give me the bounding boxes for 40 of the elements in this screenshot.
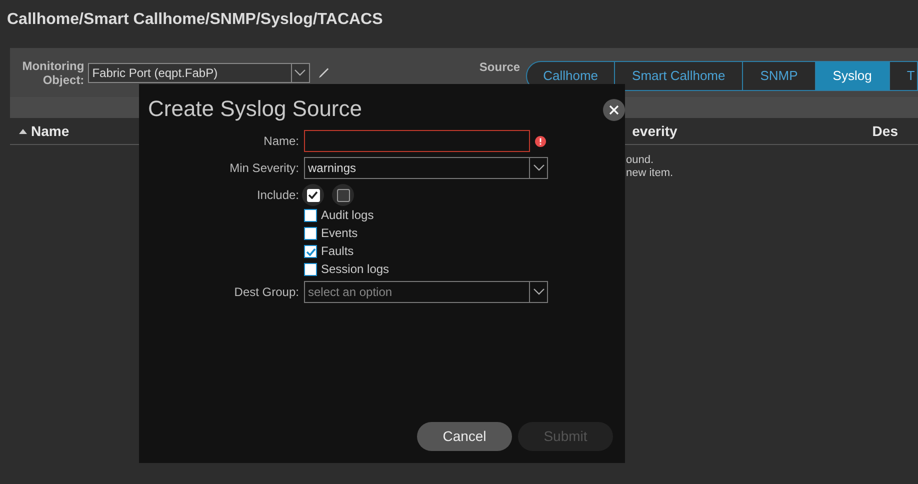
checkbox[interactable] <box>304 263 317 276</box>
column-header[interactable]: everity <box>632 120 678 142</box>
checkbox[interactable] <box>304 245 317 258</box>
checkbox-label: Session logs <box>321 263 390 276</box>
field-label: Include: <box>256 187 299 204</box>
source-type-tab[interactable]: T <box>888 62 917 90</box>
name-input-field[interactable] <box>304 130 530 152</box>
source-type-tab[interactable]: Syslog <box>814 62 889 90</box>
dialog-title: Create Syslog Source <box>148 95 362 123</box>
close-button[interactable] <box>603 98 625 120</box>
column-header[interactable]: Name <box>19 120 70 142</box>
monitoring-object-label: Monitoring Object: <box>21 58 84 86</box>
chevron-down-icon <box>294 68 306 76</box>
cancel-button[interactable]: Cancel <box>417 422 512 451</box>
close-icon <box>609 104 619 114</box>
dest-group-select[interactable]: select an option <box>304 281 548 303</box>
page-title: Callhome/Smart Callhome/SNMP/Syslog/TACACS <box>7 10 383 30</box>
error-icon <box>535 136 546 146</box>
pencil-icon[interactable] <box>318 66 330 78</box>
empty-message: ound. <box>626 154 655 167</box>
min-severity-select[interactable]: warnings <box>304 157 548 179</box>
checkbox-label: Audit logs <box>321 209 374 222</box>
include-toggle[interactable] <box>302 184 324 206</box>
include-toggle[interactable] <box>332 184 354 206</box>
checkbox[interactable] <box>304 227 317 240</box>
column-header[interactable]: Des <box>872 120 898 142</box>
empty-message: new item. <box>626 167 674 180</box>
checkbox[interactable] <box>304 209 317 222</box>
field-label: Name: <box>262 133 299 150</box>
checkbox-label: Faults <box>321 245 354 258</box>
chevron-down-icon <box>532 288 544 296</box>
checkbox-label: Events <box>321 227 358 240</box>
source-type-label: Source <box>479 60 520 74</box>
source-type-tab[interactable]: Callhome <box>527 62 614 90</box>
chevron-down-icon <box>532 164 544 172</box>
field-label: Dest Group: <box>233 284 299 301</box>
check-icon <box>306 248 316 256</box>
field-label: Min Severity: <box>228 160 299 177</box>
check-icon <box>308 191 318 199</box>
monitoring-object-select[interactable]: Fabric Port (eqpt.FabP) <box>88 62 310 82</box>
